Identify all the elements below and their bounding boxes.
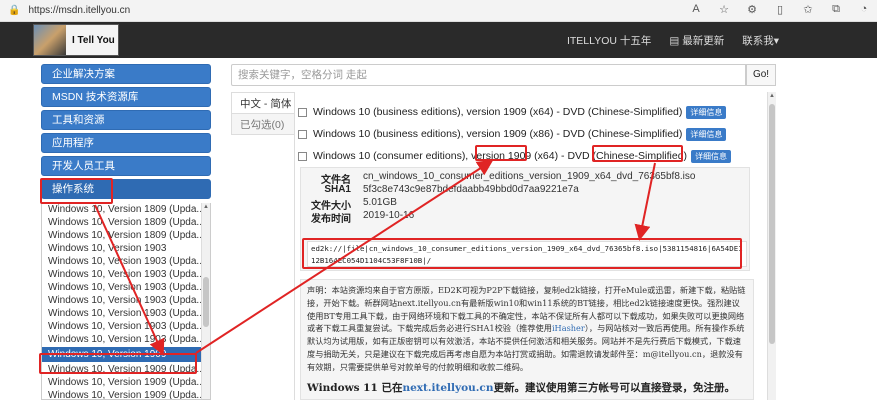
notice-text: 声明：本站资源均来自于官方原版，ED2K可视为P2P下载链接，复制ed2k链接，… (307, 284, 747, 374)
win11-notice-part: 更新。建议使用第三方帐号可以直接登录，免注册。 (493, 381, 735, 394)
os-item[interactable]: Windows 10, Version 1903 (Upda... (42, 333, 210, 346)
scrollbar-thumb[interactable] (203, 277, 209, 327)
date-value: 2019-10-16 (363, 210, 415, 221)
os-item[interactable]: Windows 10, Version 1903 (42, 242, 210, 255)
os-item[interactable]: Windows 10, Version 1809 (Upda... (42, 216, 210, 229)
annotation-box-x64 (475, 145, 527, 161)
favorites-icon[interactable]: ✩ (801, 3, 815, 16)
download-checkbox[interactable] (298, 107, 307, 117)
win11-notice: Windows 11 已在next.itellyou.cn更新。建议使用第三方帐… (307, 380, 747, 395)
search-button[interactable]: Go! (746, 64, 776, 86)
menu-enterprise[interactable]: 企业解决方案 (41, 64, 211, 84)
details-button[interactable]: 详细信息 (686, 127, 727, 141)
logo-text: I Tell You (72, 34, 115, 46)
collections-icon[interactable]: ⧉ (829, 3, 843, 16)
os-item[interactable]: Windows 10, Version 1909 (Upda... (42, 389, 210, 399)
annotation-box-ed2k (302, 238, 742, 269)
annotation-box-details (592, 145, 683, 162)
os-list-scrollbar[interactable]: ▲ (201, 203, 210, 399)
caret-down-icon: ▾ (773, 35, 779, 47)
os-item[interactable]: Windows 10, Version 1903 (Upda... (42, 268, 210, 281)
read-aloud-icon[interactable]: A (689, 3, 703, 16)
details-button[interactable]: 详细信息 (691, 149, 732, 163)
menu-msdn[interactable]: MSDN 技术资源库 (41, 87, 211, 107)
download-checkbox[interactable] (298, 129, 307, 139)
nav-latest-label: 最新更新 (682, 35, 725, 47)
annotation-box-version (39, 353, 197, 374)
top-nav: ITELLYOU 十五年 ▤ 最新更新 联系我▾ (567, 33, 779, 48)
language-tabs: 中文 - 简体 已勾选(0) (231, 92, 295, 135)
download-checkbox[interactable] (298, 151, 307, 161)
sha1-value: 5f3c8e743c9e87bdefdaabb49bbd0d7aa9221e7a (363, 184, 579, 195)
scroll-up-icon[interactable]: ▲ (203, 204, 209, 210)
download-item: Windows 10 (business editions), version … (298, 123, 768, 145)
rss-icon: ▤ (669, 35, 683, 47)
menu-tools[interactable]: 工具和资源 (41, 110, 211, 130)
download-title: Windows 10 (business editions), version … (313, 128, 683, 140)
download-item: Windows 10 (business editions), version … (298, 101, 768, 123)
nav-latest[interactable]: ▤ 最新更新 (669, 33, 724, 48)
nav-contact[interactable]: 联系我▾ (742, 33, 779, 48)
os-item[interactable]: Windows 10, Version 1903 (Upda... (42, 320, 210, 333)
site-header: I Tell You ITELLYOU 十五年 ▤ 最新更新 联系我▾ (0, 22, 877, 58)
menu-apps[interactable]: 应用程序 (41, 133, 211, 153)
lock-icon: 🔒 (8, 5, 21, 16)
tab-checked[interactable]: 已勾选(0) (231, 113, 295, 135)
download-item: Windows 10 (consumer editions), version … (298, 145, 768, 167)
favorite-star-icon[interactable]: ☆ (717, 3, 731, 16)
notice-panel: 声明：本站资源均来自于官方原版，ED2K可视为P2P下载链接，复制ed2k链接，… (300, 279, 754, 400)
ihasher-link[interactable]: iHasher (552, 323, 585, 333)
tab-zh-cn[interactable]: 中文 - 简体 (231, 92, 295, 114)
date-row: 发布时间 2019-10-16 (311, 210, 414, 225)
os-item[interactable]: Windows 10, Version 1909 (Upda... (42, 376, 210, 389)
os-item[interactable]: Windows 10, Version 1903 (Upda... (42, 307, 210, 320)
split-screen-icon[interactable]: ▯ (773, 3, 787, 16)
search-input[interactable]: 搜索关键字，空格分词 走起 (231, 64, 746, 86)
win11-notice-part: Windows 11 已在 (307, 381, 403, 394)
os-item[interactable]: Windows 10, Version 1809 (Upda... (42, 203, 210, 216)
os-item[interactable]: Windows 10, Version 1903 (Upda... (42, 294, 210, 307)
site-logo[interactable]: I Tell You (33, 24, 119, 56)
download-list: Windows 10 (business editions), version … (298, 101, 768, 167)
content-scrollbar[interactable]: ▲ (767, 92, 776, 400)
logo-image (34, 25, 66, 55)
url-text[interactable]: https://msdn.itellyou.cn (28, 5, 130, 16)
nav-itellyou[interactable]: ITELLYOU 十五年 (567, 33, 651, 48)
sha1-label: SHA1 (324, 184, 351, 195)
os-item[interactable]: Windows 10, Version 1903 (Upda... (42, 255, 210, 268)
profile-icon[interactable]: ◔ (857, 3, 871, 16)
scrollbar-thumb[interactable] (769, 104, 775, 344)
browser-toolbar: A ☆ ⚙ ▯ ✩ ⧉ ◔ (689, 3, 871, 16)
scroll-up-icon[interactable]: ▲ (769, 93, 775, 99)
os-item[interactable]: Windows 10, Version 1903 (Upda... (42, 281, 210, 294)
os-item[interactable]: Windows 10, Version 1809 (Upda... (42, 229, 210, 242)
extensions-icon[interactable]: ⚙ (745, 3, 759, 16)
annotation-box-os (40, 178, 113, 204)
download-title: Windows 10 (business editions), version … (313, 106, 683, 118)
menu-devtools[interactable]: 开发人员工具 (41, 156, 211, 176)
nav-contact-label: 联系我 (742, 35, 774, 47)
next-site-link[interactable]: next.itellyou.cn (402, 382, 493, 394)
date-label: 发布时间 (311, 214, 351, 225)
sha1-row: SHA1 5f3c8e743c9e87bdefdaabb49bbd0d7aa92… (311, 184, 579, 195)
browser-address-bar[interactable]: 🔒 https://msdn.itellyou.cn A ☆ ⚙ ▯ ✩ ⧉ ◔ (0, 0, 877, 22)
details-button[interactable]: 详细信息 (686, 105, 727, 119)
content-divider (294, 92, 295, 400)
